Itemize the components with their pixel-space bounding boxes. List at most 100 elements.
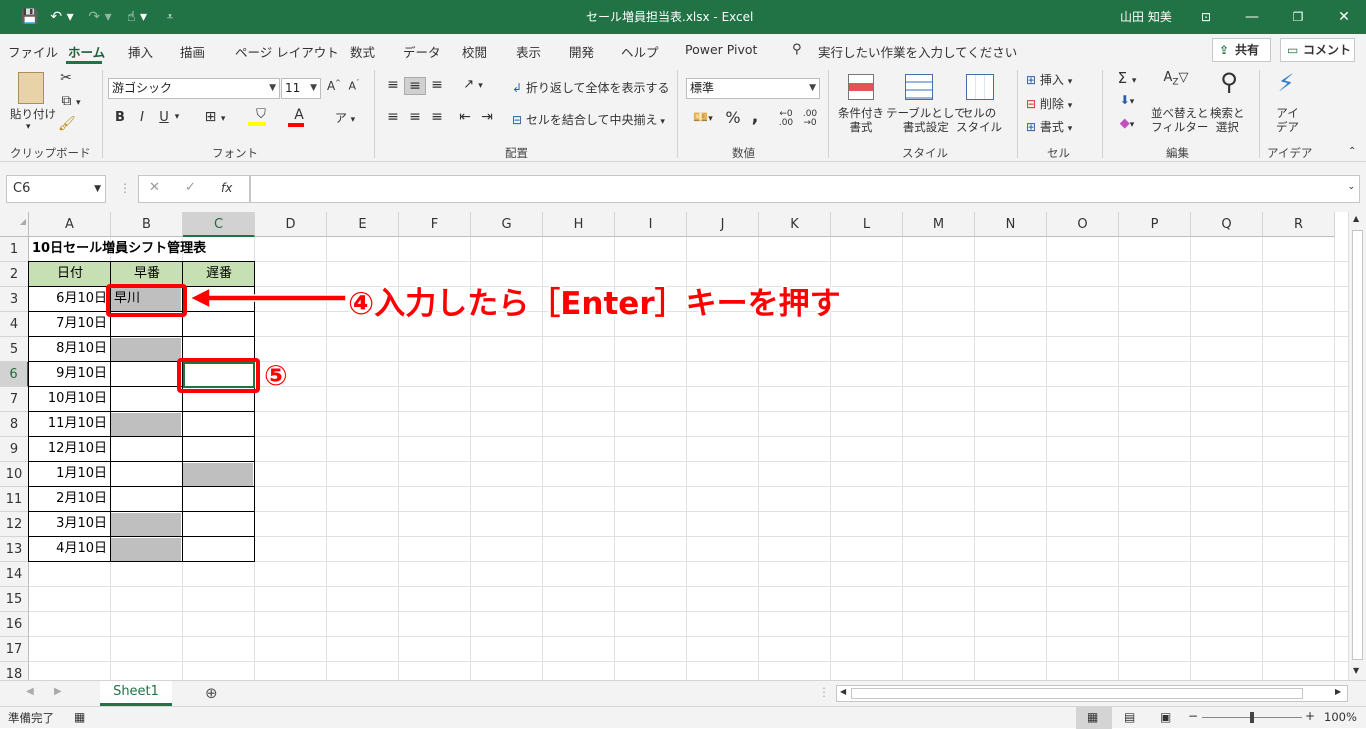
- phonetic-icon[interactable]: ア ▾: [330, 109, 360, 126]
- increase-decimal-icon[interactable]: ←0.00: [776, 110, 796, 128]
- tab-home[interactable]: ホーム: [68, 42, 105, 61]
- row-header[interactable]: 1: [0, 237, 29, 262]
- page-layout-view-icon[interactable]: ▤: [1124, 710, 1135, 724]
- zoom-slider-thumb[interactable]: [1250, 712, 1254, 723]
- cut-icon[interactable]: ✂: [58, 70, 74, 86]
- decrease-decimal-icon[interactable]: .00 →0: [800, 110, 820, 128]
- font-size-select[interactable]: 11 ▼: [281, 78, 321, 99]
- wrap-text-button[interactable]: ↲ 折り返して全体を表示する: [512, 79, 670, 96]
- tab-page-layout[interactable]: ページ レイアウト: [235, 42, 339, 61]
- font-name-select[interactable]: 游ゴシック ▼: [108, 78, 280, 99]
- insert-function-button[interactable]: fx: [221, 181, 232, 195]
- sheet-title-cell[interactable]: 10日セール増員シフト管理表: [32, 237, 206, 262]
- select-all-corner[interactable]: ◢: [0, 212, 29, 237]
- row-header[interactable]: 17: [0, 637, 29, 662]
- date-cell[interactable]: 6月10日: [29, 287, 107, 312]
- column-header[interactable]: F: [399, 212, 471, 237]
- decrease-font-icon[interactable]: Aˇ: [346, 79, 362, 93]
- zoom-out-icon[interactable]: −: [1188, 709, 1198, 723]
- close-icon[interactable]: ✕: [1334, 7, 1354, 27]
- column-header[interactable]: A: [29, 212, 111, 237]
- align-bottom-icon[interactable]: ≡: [428, 77, 446, 93]
- undo-icon[interactable]: ↶ ▾: [48, 7, 76, 27]
- scroll-up-icon[interactable]: ▲: [1353, 214, 1359, 223]
- prev-sheet-icon[interactable]: ◀: [26, 686, 34, 697]
- tab-power-pivot[interactable]: Power Pivot: [685, 42, 757, 57]
- column-header[interactable]: J: [687, 212, 759, 237]
- date-cell[interactable]: 9月10日: [29, 362, 107, 387]
- row-header[interactable]: 6: [0, 362, 29, 387]
- row-header[interactable]: 10: [0, 462, 29, 487]
- tab-file[interactable]: ファイル: [8, 42, 58, 61]
- cancel-icon[interactable]: ✕: [149, 180, 160, 195]
- column-header[interactable]: R: [1263, 212, 1335, 237]
- ribbon-display-icon[interactable]: ⊡: [1196, 7, 1216, 27]
- normal-view-button[interactable]: ▦: [1076, 707, 1112, 729]
- tab-help[interactable]: ヘルプ: [621, 42, 659, 61]
- formula-input[interactable]: ⌄: [250, 175, 1360, 203]
- date-cell[interactable]: 4月10日: [29, 537, 107, 562]
- sheet-tab-sheet1[interactable]: Sheet1: [100, 681, 172, 706]
- column-header[interactable]: P: [1119, 212, 1191, 237]
- date-cell[interactable]: 7月10日: [29, 312, 107, 337]
- conditional-format-icon[interactable]: [848, 74, 874, 100]
- bold-button[interactable]: B: [113, 110, 127, 125]
- align-middle-icon[interactable]: ≡: [404, 77, 426, 95]
- minimize-icon[interactable]: —: [1242, 7, 1262, 27]
- horizontal-scroll-thumb[interactable]: [851, 688, 1303, 699]
- macro-record-icon[interactable]: ▦: [74, 710, 85, 724]
- sort-filter-button[interactable]: 並べ替えと フィルター: [1151, 106, 1209, 134]
- copy-icon[interactable]: ⧉ ▾: [56, 93, 86, 109]
- redo-icon[interactable]: ↷ ▾: [86, 7, 114, 27]
- column-header[interactable]: B: [111, 212, 183, 237]
- save-icon[interactable]: 💾: [20, 7, 40, 27]
- scroll-down-icon[interactable]: ▼: [1353, 666, 1359, 675]
- currency-icon[interactable]: 💴▾: [688, 110, 718, 124]
- align-center-icon[interactable]: ≡: [406, 109, 424, 125]
- comment-button[interactable]: ▭ コメント: [1280, 38, 1355, 62]
- row-header[interactable]: 13: [0, 537, 29, 562]
- row-header[interactable]: 2: [0, 262, 29, 287]
- column-header[interactable]: K: [759, 212, 831, 237]
- row-header[interactable]: 12: [0, 512, 29, 537]
- cell-styles-icon[interactable]: [966, 74, 994, 100]
- paste-button[interactable]: 貼り付け: [10, 106, 56, 122]
- increase-indent-icon[interactable]: ⇥: [478, 109, 496, 125]
- merge-center-button[interactable]: ⊟ セルを結合して中央揃え ▾: [512, 111, 665, 128]
- format-painter-icon[interactable]: 🖌: [58, 116, 76, 132]
- scroll-right-icon[interactable]: ▶: [1335, 687, 1341, 696]
- insert-cells-button[interactable]: ⊞ 挿入 ▾: [1026, 71, 1072, 88]
- tab-draw[interactable]: 描画: [180, 42, 205, 61]
- chevron-down-icon[interactable]: ▾: [172, 112, 182, 122]
- vertical-scroll-thumb[interactable]: [1352, 230, 1363, 660]
- row-header[interactable]: 7: [0, 387, 29, 412]
- ideas-button[interactable]: アイ デア: [1276, 106, 1299, 134]
- ideas-icon[interactable]: ⚡: [1271, 69, 1301, 97]
- conditional-format-button[interactable]: 条件付き 書式: [838, 106, 884, 134]
- add-sheet-icon[interactable]: ⊕: [205, 684, 218, 702]
- percent-button[interactable]: %: [724, 108, 742, 127]
- cell-styles-button[interactable]: セルの スタイル: [956, 106, 1002, 134]
- column-header[interactable]: I: [615, 212, 687, 237]
- tab-formulas[interactable]: 数式: [350, 42, 375, 61]
- fill-icon[interactable]: ⬇▾: [1110, 93, 1144, 107]
- row-header[interactable]: 18: [0, 662, 29, 680]
- horizontal-scrollbar[interactable]: ◀ ▶: [836, 685, 1348, 702]
- format-as-table-icon[interactable]: [905, 74, 933, 100]
- collapse-ribbon-icon[interactable]: ⌃: [1348, 146, 1356, 157]
- zoom-level[interactable]: 100%: [1324, 710, 1357, 724]
- column-header[interactable]: Q: [1191, 212, 1263, 237]
- column-header[interactable]: L: [831, 212, 903, 237]
- borders-icon[interactable]: ⊞ ▾: [198, 109, 232, 125]
- find-select-button[interactable]: 検索と 選択: [1210, 106, 1245, 134]
- font-color-icon[interactable]: A: [284, 107, 314, 127]
- date-cell[interactable]: 2月10日: [29, 487, 107, 512]
- zoom-in-icon[interactable]: +: [1305, 709, 1315, 723]
- underline-button[interactable]: U: [157, 110, 171, 125]
- align-right-icon[interactable]: ≡: [428, 109, 446, 125]
- column-header[interactable]: O: [1047, 212, 1119, 237]
- row-header[interactable]: 11: [0, 487, 29, 512]
- date-cell[interactable]: 8月10日: [29, 337, 107, 362]
- next-sheet-icon[interactable]: ▶: [54, 686, 62, 697]
- page-break-view-icon[interactable]: ▣: [1160, 710, 1171, 724]
